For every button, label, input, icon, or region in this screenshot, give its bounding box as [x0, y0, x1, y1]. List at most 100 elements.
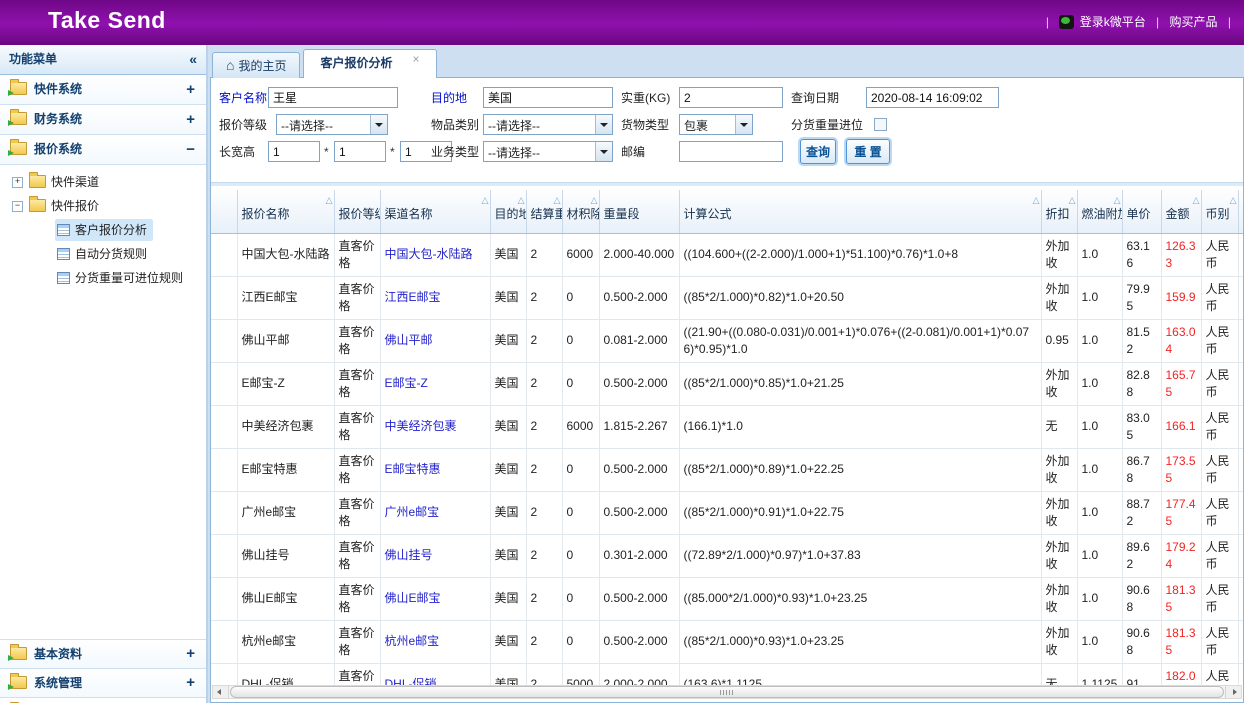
tree-item-body[interactable]: 快件渠道: [27, 171, 105, 193]
weight-carry-label: 分货重量进位: [791, 114, 863, 136]
cell-channel-name[interactable]: DHL-促销: [380, 663, 490, 685]
expand-toggle-icon[interactable]: +: [186, 669, 195, 697]
cell-weight-range: 0.500-2.000: [599, 620, 679, 663]
tree-item-auto-allocation-rule[interactable]: 自动分货规则: [0, 242, 206, 266]
cell-discount: 外加收: [1041, 577, 1077, 620]
tree-item-allocation-weight-carry-rule[interactable]: 分货重量可进位规则: [0, 266, 206, 290]
cell-channel-name[interactable]: 中国大包-水陆路: [380, 233, 490, 276]
tree-item-body[interactable]: 客户报价分析: [55, 219, 153, 241]
column-header-destination[interactable]: 目的地△: [490, 190, 526, 233]
login-link[interactable]: 登录k微平台: [1080, 15, 1146, 29]
sidebar-item-basic-data[interactable]: 基本资料+: [0, 639, 206, 668]
horizontal-scrollbar[interactable]: [212, 685, 1242, 699]
column-header-settle-weight[interactable]: 结算重量△: [526, 190, 562, 233]
chevron-down-icon[interactable]: [370, 115, 387, 134]
tree-item-express-channel[interactable]: + 快件渠道: [0, 170, 206, 194]
query-date-label: 查询日期: [791, 87, 839, 109]
column-header-volume-divisor[interactable]: 材积除△: [562, 190, 599, 233]
tree-item-body[interactable]: 分货重量可进位规则: [55, 267, 189, 289]
scroll-right-arrow-icon[interactable]: [1225, 686, 1241, 698]
column-header-quote-name[interactable]: 报价名称△: [237, 190, 334, 233]
cell-volume-divisor: 0: [562, 620, 599, 663]
cell-channel-name[interactable]: 江西E邮宝: [380, 276, 490, 319]
cell-channel-name[interactable]: 佛山E邮宝: [380, 577, 490, 620]
cell-row-select: [211, 491, 237, 534]
cell-channel-name[interactable]: E邮宝-Z: [380, 362, 490, 405]
sidebar-item-express-system[interactable]: 快件系统+: [0, 75, 206, 105]
sidebar-item-finance-system[interactable]: 财务系统+: [0, 105, 206, 135]
cell-channel-name[interactable]: E邮宝特惠: [380, 448, 490, 491]
collapse-icon[interactable]: «: [189, 45, 197, 74]
chevron-down-icon[interactable]: [735, 115, 752, 134]
column-header-channel-name[interactable]: 渠道名称△: [380, 190, 490, 233]
column-header-quote-level[interactable]: 报价等级: [334, 190, 380, 233]
column-header-label: [211, 209, 237, 213]
expand-toggle-icon[interactable]: +: [186, 640, 195, 668]
cell-destination: 美国: [490, 276, 526, 319]
sidebar-item-system-management[interactable]: 系统管理+: [0, 668, 206, 697]
actual-weight-input[interactable]: [679, 87, 783, 108]
cell-channel-name[interactable]: 中美经济包裹: [380, 405, 490, 448]
tree-item-customer-quote-analysis[interactable]: 客户报价分析: [0, 218, 206, 242]
chevron-down-icon[interactable]: [595, 142, 612, 161]
length-input[interactable]: [268, 141, 320, 162]
tree-item-body[interactable]: 自动分货规则: [55, 243, 153, 265]
cell-currency: 人民币: [1201, 276, 1238, 319]
query-date-input[interactable]: [866, 87, 999, 108]
tree-item-express-quote[interactable]: −快件报价: [0, 194, 206, 218]
expand-toggle-icon[interactable]: +: [186, 698, 195, 703]
expand-toggle-icon[interactable]: +: [186, 105, 195, 134]
item-category-select[interactable]: --请选择--: [483, 114, 613, 135]
tree-expander-icon[interactable]: +: [12, 177, 23, 188]
cargo-type-select[interactable]: 包裹: [679, 114, 753, 135]
cell-unit-price: 91: [1122, 663, 1161, 685]
cell-clipped-column: [1238, 620, 1243, 663]
cell-quote-name: 中国大包-水陆路: [237, 233, 334, 276]
quote-level-select[interactable]: --请选择--: [276, 114, 388, 135]
tree-expander-icon[interactable]: −: [12, 201, 23, 212]
column-header-formula[interactable]: 计算公式△: [679, 190, 1041, 233]
cell-formula: ((72.89*2/1.000)*0.97)*1.0+37.83: [679, 534, 1041, 577]
tree-item-body[interactable]: 快件报价: [27, 195, 105, 217]
scrollbar-thumb[interactable]: [230, 686, 1224, 698]
destination-input[interactable]: [483, 87, 613, 108]
zip-input[interactable]: [679, 141, 783, 162]
cell-volume-divisor: 0: [562, 491, 599, 534]
cell-channel-name[interactable]: 佛山平邮: [380, 319, 490, 362]
reset-button[interactable]: 重 置: [846, 139, 890, 164]
cell-quote-name: 佛山E邮宝: [237, 577, 334, 620]
width-input[interactable]: [334, 141, 386, 162]
search-button[interactable]: 查询: [800, 139, 836, 164]
buy-products-link[interactable]: 购买产品: [1170, 15, 1218, 29]
chevron-down-icon[interactable]: [595, 115, 612, 134]
close-icon[interactable]: ×: [413, 52, 420, 66]
cell-discount: 外加收: [1041, 362, 1077, 405]
tree-item-label: 快件渠道: [51, 175, 99, 189]
business-type-select[interactable]: --请选择--: [483, 141, 613, 162]
cell-row-select: [211, 620, 237, 663]
tab-customer-quote-analysis[interactable]: 客户报价分析×: [303, 49, 436, 78]
column-header-label: 渠道名称: [381, 201, 490, 222]
tab-my-home[interactable]: ⌂我的主页: [212, 52, 300, 78]
weight-carry-checkbox[interactable]: [874, 118, 887, 131]
customer-name-input[interactable]: [268, 87, 398, 108]
cell-amount: 179.24: [1161, 534, 1201, 577]
column-header-row-select[interactable]: [211, 190, 237, 233]
column-header-fuel-surcharge[interactable]: 燃油附加△: [1077, 190, 1122, 233]
cell-channel-name[interactable]: 广州e邮宝: [380, 491, 490, 534]
sidebar-item-quote-system[interactable]: 报价系统−: [0, 135, 206, 165]
sidebar-item-clipped-menu[interactable]: +: [0, 697, 206, 703]
expand-toggle-icon[interactable]: +: [186, 75, 195, 104]
scroll-left-arrow-icon[interactable]: [213, 686, 229, 698]
column-header-unit-price[interactable]: 单价: [1122, 190, 1161, 233]
column-header-amount[interactable]: 金额△: [1161, 190, 1201, 233]
column-header-currency[interactable]: 币别△: [1201, 190, 1238, 233]
column-header-discount[interactable]: 折扣△: [1041, 190, 1077, 233]
column-header-clipped-column[interactable]: [1238, 190, 1243, 233]
cell-channel-name[interactable]: 佛山挂号: [380, 534, 490, 577]
tab-bar: ⌂我的主页客户报价分析×: [212, 49, 440, 78]
expand-toggle-icon[interactable]: −: [186, 135, 195, 164]
cell-channel-name[interactable]: 杭州e邮宝: [380, 620, 490, 663]
cell-clipped-column: [1238, 362, 1243, 405]
column-header-weight-range[interactable]: 重量段: [599, 190, 679, 233]
